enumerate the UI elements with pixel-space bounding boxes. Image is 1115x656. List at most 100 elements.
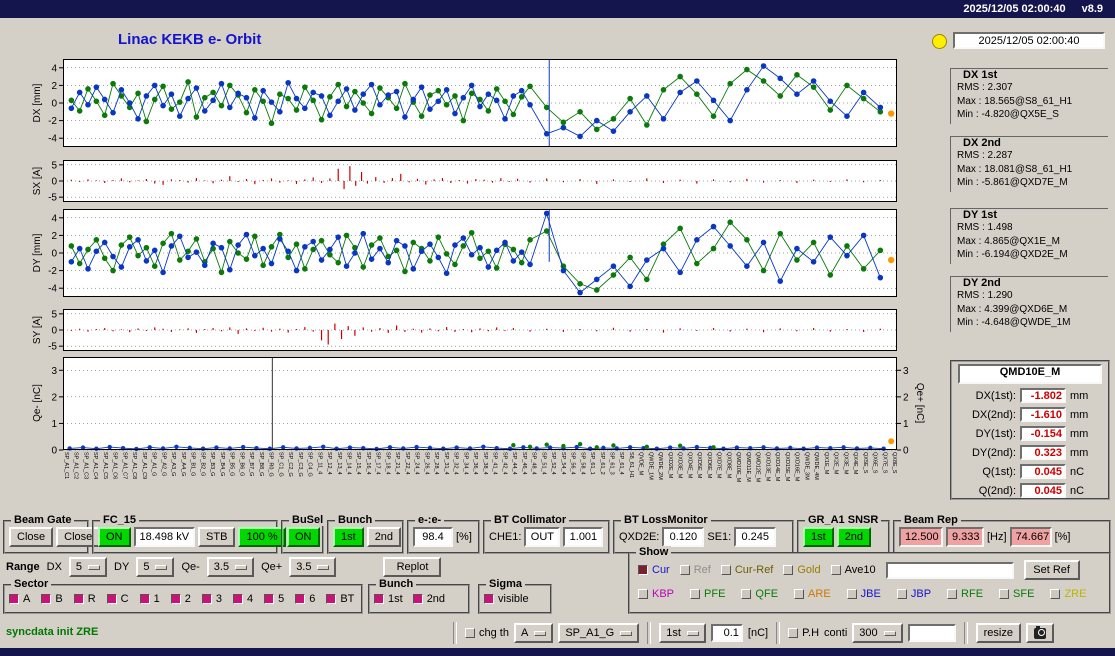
svg-text:0: 0 [51, 326, 57, 337]
x-axis-label: QXD8E_M [725, 452, 732, 479]
checkbox [295, 594, 306, 604]
show-toggle-SFE[interactable]: SFE [999, 588, 1034, 600]
fc15-on-button[interactable]: ON [98, 527, 131, 547]
x-axis-label: SP_36_4 [472, 452, 479, 475]
sector-toggle-C[interactable]: C [106, 593, 129, 605]
x-axis-label: QMD12E_M [754, 452, 761, 483]
svg-text:2: 2 [51, 392, 57, 403]
show-toggle-Ref[interactable]: Ref [679, 564, 711, 576]
range-row: Range DX 5 DY 5 Qe- 3.5 Qe+ 3.5 Replot [6, 557, 442, 577]
show-row1-items: Cur Ref Cur-Ref Gold Ave10 [638, 564, 876, 576]
x-axis-label: QWDE_2M [657, 452, 664, 480]
show-toggle-KBP[interactable]: KBP [638, 588, 674, 600]
sector-toggle-A[interactable]: A [9, 593, 30, 605]
threshold-input[interactable] [710, 624, 743, 642]
range-dy-label: DY [114, 561, 130, 573]
gr-snsr-1st-button[interactable]: 1st [803, 527, 834, 547]
show-toggle-Cur-Ref[interactable]: Cur-Ref [720, 564, 773, 576]
sector-toggle-3[interactable]: 3 [201, 593, 222, 605]
x-axis-label: SP_A1_C7 [121, 452, 128, 480]
checkbox-label: KBP [652, 588, 675, 600]
monitor-row: DY(1st): -0.154 mm [954, 424, 1106, 443]
show-toggle-QFE[interactable]: QFE [741, 588, 778, 600]
stat-rms: RMS : 2.307 [957, 82, 1013, 93]
sigma-visible-toggle[interactable]: visible [484, 593, 529, 605]
x-axis-label: SP_42_4 [501, 452, 508, 475]
sector-toggle-4[interactable]: 4 [232, 593, 253, 605]
show-toggle-JBE[interactable]: JBE [846, 588, 881, 600]
monitor-select[interactable]: SP_A1_G [558, 623, 640, 643]
group-label: GR_A1 SNSR [805, 514, 882, 526]
x-axis-label: SP_61_2 [598, 452, 605, 475]
checkbox-label: Gold [797, 564, 821, 576]
show-toggle-Cur[interactable]: Cur [638, 564, 670, 576]
monitor-row: DX(1st): -1.802 mm [954, 386, 1106, 405]
sector-toggle-B[interactable]: B [41, 593, 63, 605]
ref-file-input[interactable] [885, 561, 1014, 579]
dropdown-bar-icon [686, 630, 699, 636]
show-toggle-Gold[interactable]: Gold [783, 564, 821, 576]
checkbox [201, 594, 212, 604]
bunch-1st-toggle[interactable]: 1st [374, 593, 403, 605]
sector-toggle-5[interactable]: 5 [264, 593, 284, 605]
camera-button[interactable] [1025, 623, 1054, 643]
svg-text:3: 3 [51, 366, 57, 377]
x-axis-label: SP_B8_G [257, 452, 264, 477]
checkbox-label: JBP [910, 588, 932, 600]
fc15-group: FC_15 ON 18.498 kV STB 100 % [92, 514, 286, 554]
group-label: FC_15 [100, 514, 140, 526]
show-toggle-RFE[interactable]: RFE [947, 588, 983, 600]
range-qe-plus-select[interactable]: 3.5 [289, 557, 337, 577]
chart-dy: 4 2 0 -2 -4 [24, 209, 936, 312]
x-axis-label: SP_B2_G [199, 452, 206, 477]
set-ref-button[interactable]: Set Ref [1023, 560, 1080, 580]
gr-snsr-2nd-button[interactable]: 2nd [836, 527, 872, 547]
show-toggle-Ave10[interactable]: Ave10 [830, 564, 876, 576]
stat-box-dx-2nd: DX 2nd RMS : 2.287 Max : 18.081@S8_61_H1… [950, 136, 1108, 192]
sector-toggle-2[interactable]: 2 [170, 593, 191, 605]
chg-th-toggle[interactable]: chg th [465, 627, 509, 639]
x-axis-label: QX8E_S [891, 452, 897, 474]
bunch-1st-button[interactable]: 1st [333, 527, 364, 547]
show-toggle-PFE[interactable]: PFE [690, 588, 725, 600]
show-toggle-ARE[interactable]: ARE [794, 588, 831, 600]
fc15-stb-button[interactable]: STB [198, 527, 236, 547]
ph-toggle[interactable]: P.H [788, 627, 819, 639]
checkbox [846, 589, 857, 599]
resize-button[interactable]: resize [975, 623, 1021, 643]
busel-on-button[interactable]: ON [287, 527, 320, 547]
range-dx-select[interactable]: 5 [68, 557, 108, 577]
bunch-2nd-toggle[interactable]: 2nd [412, 593, 445, 605]
checkbox [830, 565, 841, 575]
range-dx-label: DX [46, 561, 62, 573]
fc15-percent-button[interactable]: 100 % [238, 527, 286, 547]
sy-axis-title: SY [A] [32, 315, 43, 345]
x-axis-label: SP_C2_G [287, 452, 293, 477]
sector-toggle-6[interactable]: 6 [295, 593, 315, 605]
bunch-2nd-button[interactable]: 2nd [366, 527, 402, 547]
bunch-select[interactable]: 1st [659, 623, 706, 643]
beam-gate-close-button-1[interactable]: Close [9, 527, 54, 547]
range-dy-select[interactable]: 5 [136, 557, 175, 577]
sector-toggle-R[interactable]: R [73, 593, 96, 605]
monitor-unit: mm [1070, 389, 1089, 402]
mode-select[interactable]: A [513, 623, 554, 643]
sector-toggle-BT[interactable]: BT [326, 593, 354, 605]
show-toggle-JBP[interactable]: JBP [896, 588, 932, 600]
x-axis-label: SP_22_4 [403, 452, 410, 475]
checkbox-label: 5 [278, 593, 285, 605]
sector-toggle-1[interactable]: 1 [139, 593, 160, 605]
nc-unit-label: [nC] [747, 627, 769, 639]
checkbox-label: 1st [388, 593, 403, 605]
show-toggle-ZRE[interactable]: ZRE [1050, 588, 1086, 600]
aux-input[interactable] [907, 624, 956, 642]
stat-max: Max : 4.865@QX1E_M [957, 235, 1060, 247]
checkbox-label: RFE [961, 588, 984, 600]
selected-value: 1st [666, 627, 681, 639]
range-qe-minus-select[interactable]: 3.5 [206, 557, 255, 577]
replot-button[interactable]: Replot [383, 557, 442, 577]
x-axis-label: QWDE_1M [647, 452, 654, 480]
interval-select[interactable]: 300 [852, 623, 903, 643]
monitor-row-label: DY(2nd): [971, 446, 1016, 459]
checkbox [741, 589, 752, 599]
